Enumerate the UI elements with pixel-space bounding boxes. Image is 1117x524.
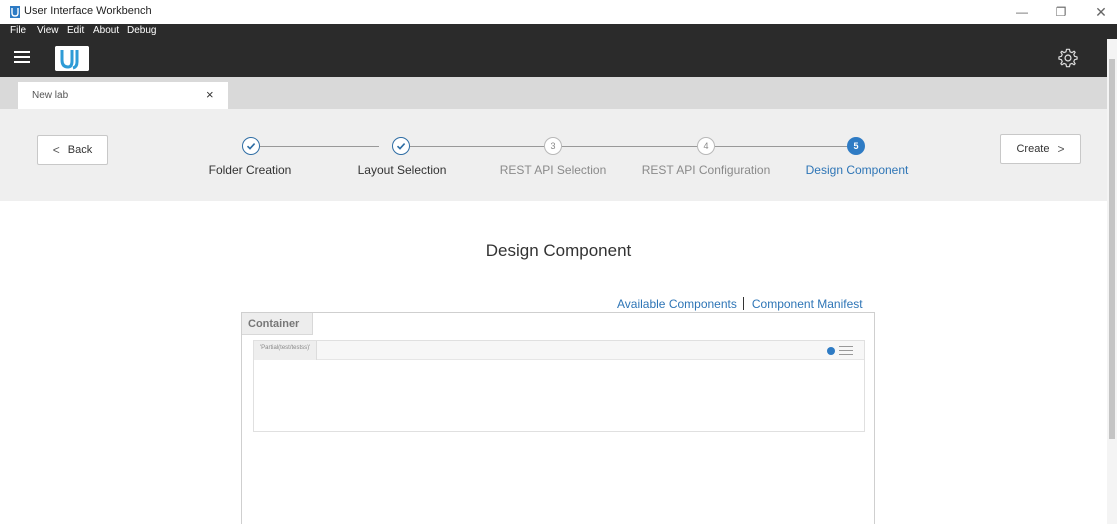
settings-dot-icon[interactable] (827, 347, 835, 355)
step-3-circle[interactable]: 3 (544, 137, 562, 155)
uj-logo-icon (55, 46, 89, 71)
available-components-link[interactable]: Available Components (617, 297, 737, 311)
tab-new-lab[interactable]: New lab × (18, 82, 228, 109)
link-divider (742, 297, 744, 310)
step-2-label: Layout Selection (357, 163, 447, 177)
step-4-circle[interactable]: 4 (697, 137, 715, 155)
maximize-button[interactable]: ❐ (1046, 2, 1076, 22)
step-1-label: Folder Creation (208, 163, 292, 177)
component-manifest-link[interactable]: Component Manifest (752, 297, 863, 311)
hamburger-menu-icon[interactable] (14, 51, 30, 63)
partial-label: 'Partial(test/testss)' (254, 341, 318, 360)
container-tab-label: Container (248, 318, 300, 330)
step-1-check-icon[interactable] (242, 137, 260, 155)
chevron-right-icon: > (1057, 142, 1065, 156)
step-connector (410, 146, 544, 147)
title-bar: User Interface Workbench — ❐ ✕ (0, 0, 1117, 24)
tab-strip: New lab × (0, 77, 1117, 109)
menu-about[interactable]: About (93, 25, 119, 36)
partial-header: 'Partial(test/testss)' (254, 341, 864, 360)
tab-label: New lab (32, 90, 69, 101)
partial-component-box[interactable]: 'Partial(test/testss)' (253, 340, 865, 432)
step-connector (260, 146, 379, 147)
create-button-label: Create (1016, 143, 1050, 155)
window-title: User Interface Workbench (24, 5, 152, 17)
create-button[interactable]: Create > (1000, 134, 1081, 164)
scrollbar-thumb[interactable] (1109, 59, 1115, 439)
step-3-label: REST API Selection (499, 163, 607, 177)
container-panel: Container 'Partial(test/testss)' (241, 312, 875, 524)
minimize-button[interactable]: — (1007, 2, 1037, 22)
chevron-left-icon: < (52, 143, 60, 157)
close-window-button[interactable]: ✕ (1086, 2, 1116, 22)
drag-handle-icon[interactable] (839, 346, 853, 358)
step-4-label: REST API Configuration (641, 163, 771, 177)
app-toolbar (0, 39, 1117, 77)
menu-view[interactable]: View (37, 25, 59, 36)
gear-icon[interactable] (1057, 47, 1079, 69)
step-connector (715, 146, 847, 147)
step-5-label: Design Component (805, 163, 909, 177)
page-title: Design Component (485, 241, 632, 260)
back-button[interactable]: < Back (37, 135, 108, 165)
component-links: Available Components Component Manifest (617, 297, 863, 311)
back-button-label: Back (67, 144, 93, 156)
menu-bar: File View Edit About Debug (0, 24, 1117, 39)
step-connector (562, 146, 697, 147)
app-logo-icon (10, 6, 20, 18)
menu-edit[interactable]: Edit (67, 25, 84, 36)
vertical-scrollbar[interactable] (1107, 39, 1117, 524)
tab-close-button[interactable]: × (206, 87, 214, 102)
app-window: User Interface Workbench — ❐ ✕ File View… (0, 0, 1117, 524)
wizard-header: < Back Folder Creation Layout Selection … (0, 109, 1117, 201)
step-2-check-icon[interactable] (392, 137, 410, 155)
menu-debug[interactable]: Debug (127, 25, 156, 36)
menu-file[interactable]: File (10, 25, 26, 36)
step-5-circle[interactable]: 5 (847, 137, 865, 155)
container-tab[interactable]: Container (242, 313, 313, 335)
